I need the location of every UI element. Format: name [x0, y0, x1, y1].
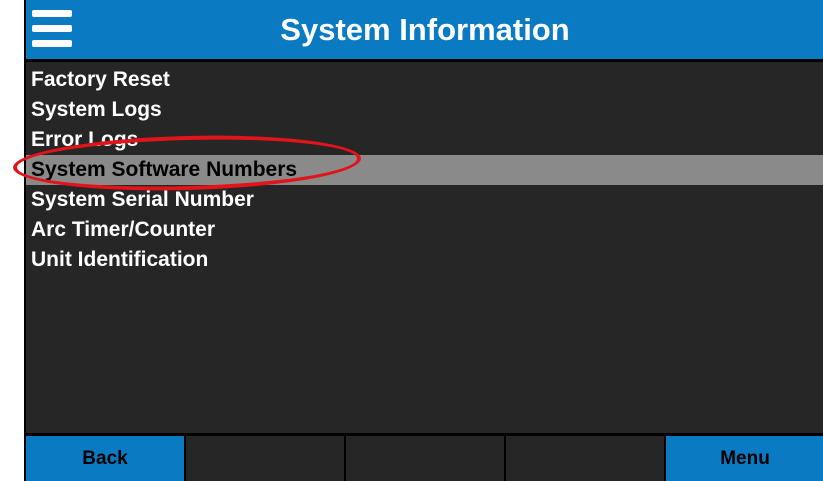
- device-screen: System Information Factory Reset System …: [24, 0, 823, 481]
- menu-button[interactable]: Menu: [666, 436, 823, 481]
- menu-item-system-logs[interactable]: System Logs: [26, 95, 823, 125]
- menu-item-system-software-numbers[interactable]: System Software Numbers: [26, 155, 823, 185]
- softkey-2[interactable]: [186, 436, 346, 481]
- menu-item-error-logs[interactable]: Error Logs: [26, 125, 823, 155]
- menu-list: Factory Reset System Logs Error Logs Sys…: [26, 65, 823, 275]
- softkey-3[interactable]: [346, 436, 506, 481]
- softkey-bar: Back Menu: [26, 433, 823, 481]
- menu-item-factory-reset[interactable]: Factory Reset: [26, 65, 823, 95]
- menu-item-unit-identification[interactable]: Unit Identification: [26, 245, 823, 275]
- menu-item-system-serial-number[interactable]: System Serial Number: [26, 185, 823, 215]
- softkey-4[interactable]: [506, 436, 666, 481]
- title-bar: System Information: [26, 0, 823, 62]
- page-title: System Information: [280, 12, 570, 47]
- menu-item-arc-timer-counter[interactable]: Arc Timer/Counter: [26, 215, 823, 245]
- back-button[interactable]: Back: [26, 436, 186, 481]
